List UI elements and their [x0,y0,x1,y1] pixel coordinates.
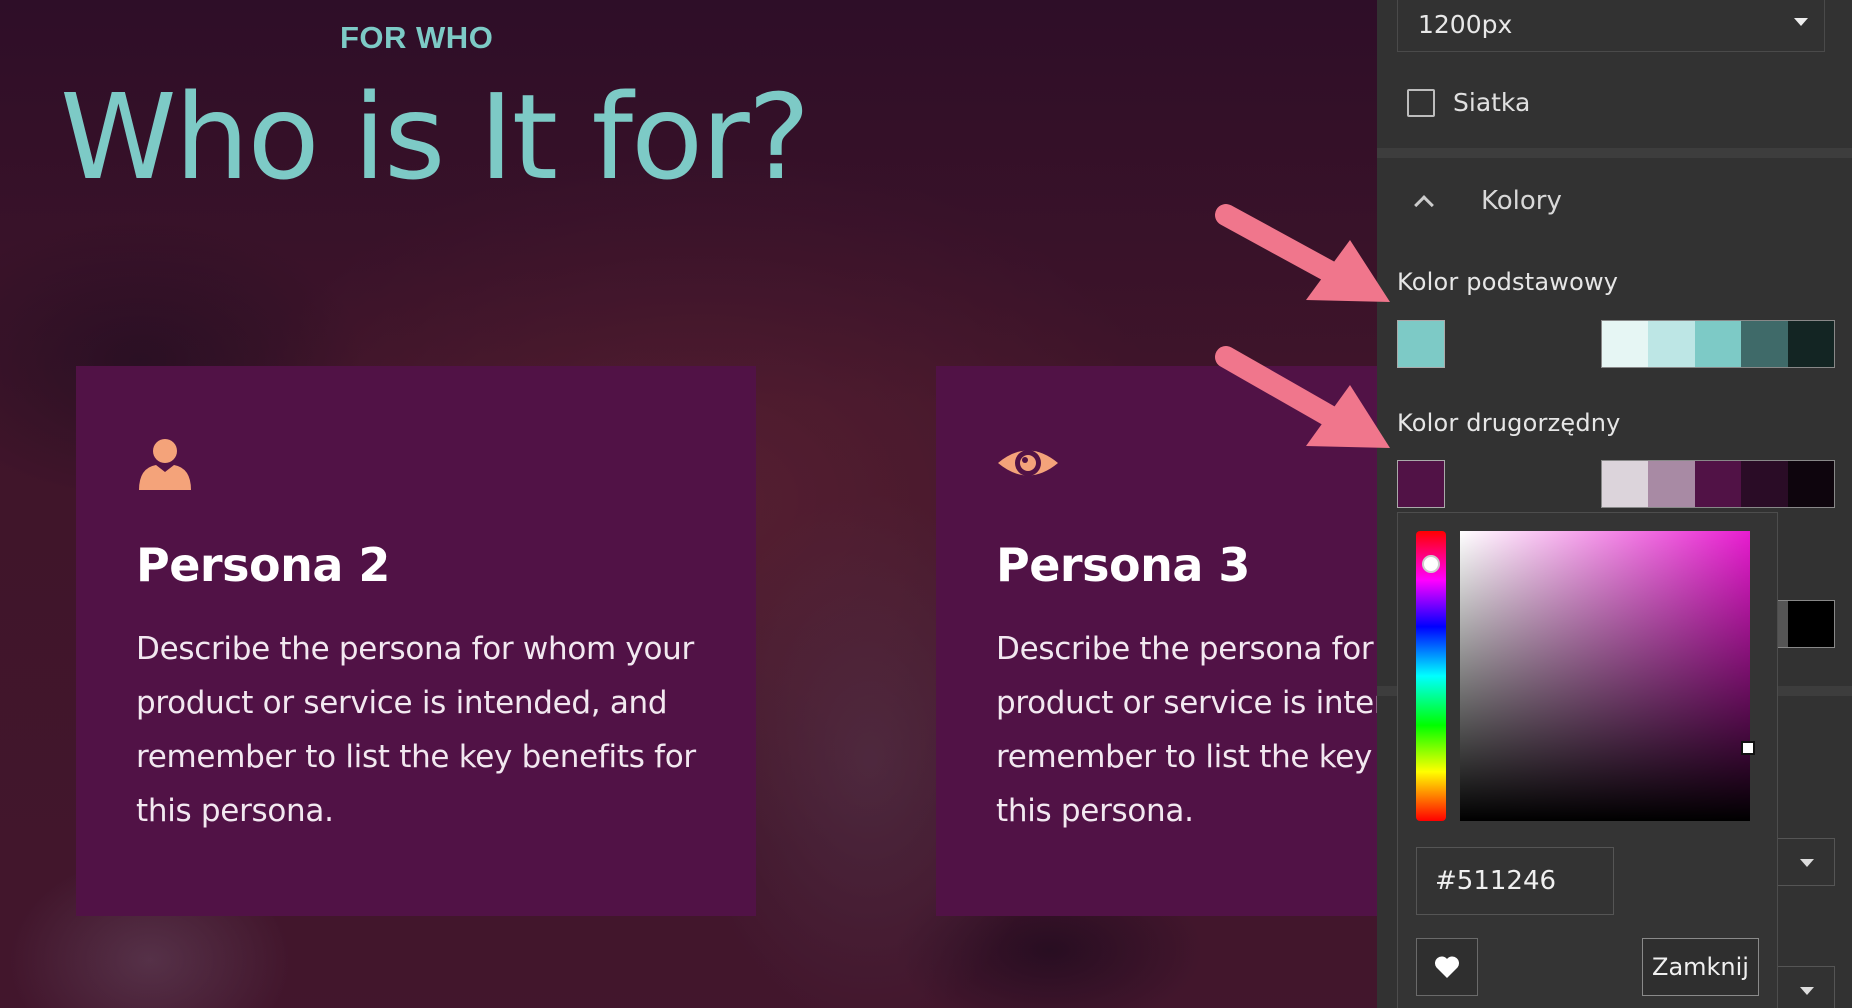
divider [1377,148,1852,158]
favorite-button[interactable] [1416,938,1478,996]
primary-shades [1601,320,1835,368]
tertiary-shades [1775,600,1835,648]
card-title: Persona 3 [996,538,1250,592]
card-title: Persona 2 [136,538,390,592]
shade [1648,461,1695,507]
card-text: Describe the persona for whom your produ… [996,631,1377,829]
primary-color-label: Kolor podstawowy [1397,268,1619,296]
chevron-down-icon [1794,18,1808,26]
shade [1787,461,1835,507]
shade [1787,321,1835,367]
chevron-up-icon [1414,195,1434,215]
grid-label: Siatka [1453,88,1531,117]
shade [1648,321,1695,367]
shade [1694,461,1742,507]
collapsed-dropdown[interactable] [1775,966,1835,1008]
card-text: Describe the persona for whom your produ… [136,631,696,829]
saturation-value-area[interactable] [1460,531,1755,821]
color-handle[interactable] [1741,741,1755,755]
eye-icon [998,450,1058,476]
collapsed-dropdown[interactable] [1775,838,1835,886]
colors-section-header[interactable]: Kolory [1414,186,1562,216]
heart-icon [1434,956,1460,978]
width-value: 1200px [1418,10,1513,39]
secondary-color-label: Kolor drugorzędny [1397,409,1621,437]
chevron-down-icon [1800,987,1814,995]
width-select[interactable]: 1200px [1397,0,1825,52]
website-preview: FOR WHO Who is It for? Persona 2 Describ… [0,0,1377,1008]
section-title: Who is It for? [60,68,810,206]
shade [1741,321,1788,367]
persona-card-3[interactable]: Persona 3 Describe the persona for whom … [936,366,1377,916]
primary-color-swatch[interactable] [1397,320,1445,368]
person-icon [139,439,191,490]
shade [1741,461,1788,507]
shade [1602,321,1649,367]
shade [1787,601,1834,647]
persona-card-2[interactable]: Persona 2 Describe the persona for whom … [76,366,756,916]
shade [1694,321,1742,367]
shade [1602,461,1649,507]
grid-checkbox[interactable] [1407,88,1435,117]
hex-input[interactable] [1416,847,1614,915]
section-kicker: FOR WHO [340,20,494,55]
secondary-shades [1601,460,1835,508]
hue-slider[interactable] [1416,531,1446,821]
grid-toggle[interactable]: Siatka [1407,88,1530,117]
color-picker: Zamknij [1397,512,1778,1008]
hue-handle[interactable] [1422,555,1440,573]
colors-section-title: Kolory [1481,186,1562,216]
close-button[interactable]: Zamknij [1642,938,1759,996]
chevron-down-icon [1800,859,1814,867]
secondary-color-swatch[interactable] [1397,460,1445,508]
